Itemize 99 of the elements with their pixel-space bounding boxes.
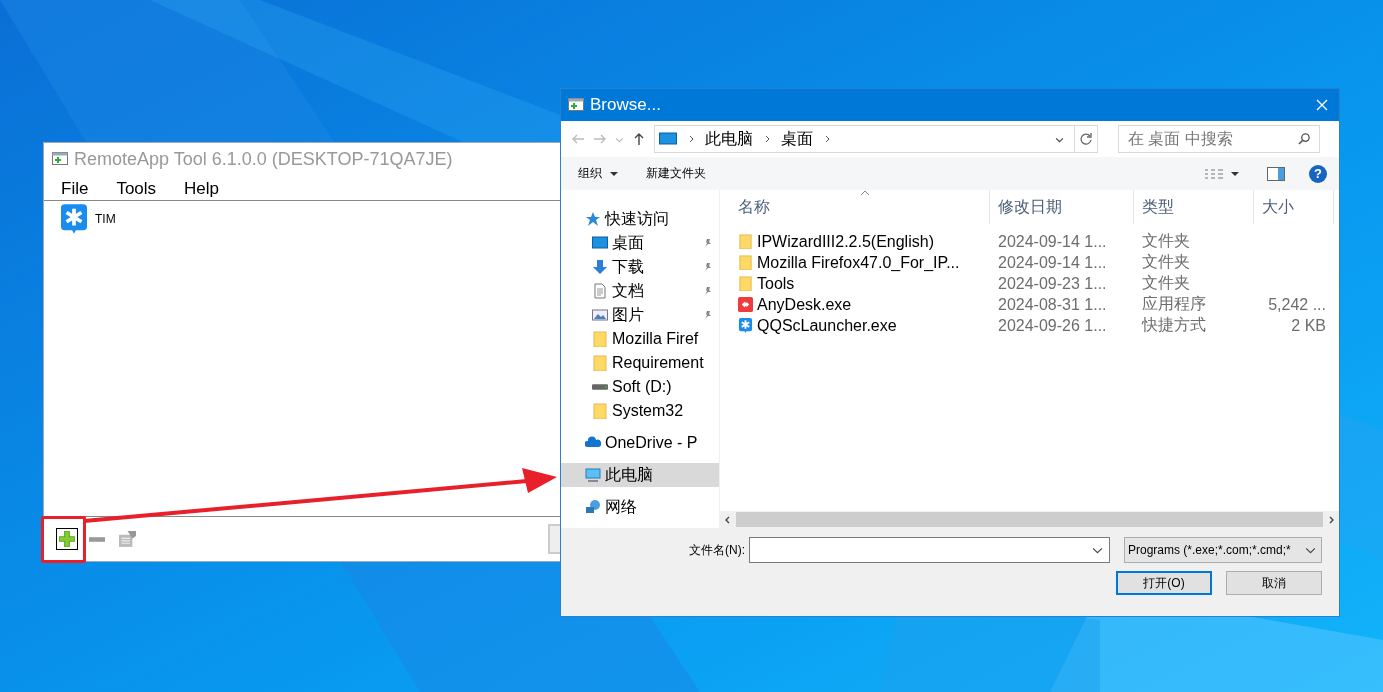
caret-icon [610,171,618,176]
app-icon [738,297,753,312]
refresh-icon [1079,132,1093,146]
open-button[interactable]: 打开(O) [1116,571,1212,595]
properties-icon [118,531,136,547]
add-button[interactable] [56,528,78,550]
app-icon [52,152,68,166]
nav-item[interactable]: OneDrive - P [561,431,719,455]
file-name-field[interactable] [749,537,1110,563]
preview-pane-icon[interactable] [1267,166,1285,181]
modified-date: 2024-09-14 1... [997,232,1108,251]
file-row[interactable]: AnyDesk.exe 2024-08-31 1... 应用程序 5,242 ... [720,294,1339,315]
file-name: Tools [757,274,795,293]
folder-icon [738,234,753,249]
file-size: 5,242 ... [1267,295,1327,314]
chevron-down-icon[interactable] [1092,547,1103,554]
file-type: 文件夹 [1141,252,1191,272]
network-icon [585,499,601,515]
details-view-icon [1205,168,1223,179]
computer-icon [585,467,601,483]
nav-item[interactable]: 下载 [561,255,719,279]
scroll-left-icon[interactable] [725,515,731,524]
folder-icon [592,403,608,419]
organize-menu[interactable]: 组织 [578,165,618,182]
star-icon [585,211,601,227]
file-name: QQScLauncher.exe [757,316,897,335]
highlight-frame [41,516,86,563]
file-type: 应用程序 [1141,294,1207,314]
breadcrumb[interactable]: 桌面 [781,128,813,150]
column-header[interactable]: 类型 [1134,190,1254,224]
chevron-right-icon [823,135,831,143]
help-button[interactable]: ? [1309,164,1327,183]
computer-icon [659,132,677,146]
search-icon [1298,132,1311,145]
column-header[interactable]: 大小 [1254,190,1334,224]
new-folder-button[interactable]: 新建文件夹 [646,165,706,182]
close-icon[interactable] [1316,99,1328,111]
modified-date: 2024-09-23 1... [997,274,1108,293]
cancel-button[interactable]: 取消 [1226,571,1322,595]
file-row[interactable]: QQScLauncher.exe 2024-09-26 1... 快捷方式 2 KB [720,315,1339,336]
file-row[interactable]: Mozilla Firefox47.0_For_IP... 2024-09-14 1... 文件夹 [720,252,1339,273]
chevron-down-icon [1305,546,1316,554]
dialog-title: Browse... [590,95,662,115]
caret-icon [1231,171,1239,176]
view-options-button[interactable] [1205,168,1239,179]
folder-icon [592,355,608,371]
nav-item[interactable]: 网络 [561,495,719,519]
plus-icon [59,531,75,547]
nav-item[interactable]: System32 [561,399,719,423]
menu-item[interactable]: File [61,178,89,200]
folder-icon [738,276,753,291]
file-row[interactable]: Tools 2024-09-23 1... 文件夹 [720,273,1339,294]
desktop-icon [592,235,608,251]
column-header[interactable]: 修改日期 [990,190,1134,224]
asterisk-chat-icon [738,318,753,333]
menu-item[interactable]: Tools [116,178,157,200]
file-type-dropdown[interactable]: Programs (*.exe;*.com;*.cmd;* [1124,537,1322,563]
folder-icon [592,331,608,347]
sort-caret-icon [859,190,870,196]
modified-date: 2024-08-31 1... [997,295,1108,314]
address-bar[interactable]: 此电脑 桌面 [654,125,1098,153]
file-type: 文件夹 [1141,231,1191,251]
folder-icon [738,255,753,270]
up-arrow-icon[interactable] [632,132,646,146]
app-icon [568,98,584,112]
nav-item[interactable]: 文档 [561,279,719,303]
properties-button[interactable] [116,528,138,550]
column-header[interactable]: 名称 [730,190,990,224]
file-name-label: 文件名(N): [689,541,745,559]
file-name: IPWizardIII2.2.5(English) [757,232,934,251]
nav-item[interactable]: Soft (D:) [561,375,719,399]
nav-item[interactable]: 桌面 [561,231,719,255]
file-name: AnyDesk.exe [757,295,852,314]
file-name: Mozilla Firefox47.0_For_IP... [757,253,960,272]
file-size: 2 KB [1290,316,1327,335]
chevron-right-icon [687,135,695,143]
breadcrumb[interactable]: 此电脑 [705,128,753,150]
chevron-right-icon [763,135,771,143]
nav-item[interactable]: Mozilla Firef [561,327,719,351]
menu-item[interactable]: Help [184,178,220,200]
document-icon [592,283,608,299]
minus-icon [89,536,105,542]
download-icon [592,259,608,275]
nav-item[interactable]: Requirement [561,351,719,375]
search-field[interactable]: 在 桌面 中搜索 [1118,125,1320,153]
scroll-right-icon[interactable] [1328,515,1334,524]
asterisk-chat-icon [61,204,87,234]
app-item[interactable]: TIM [61,204,116,234]
nav-item[interactable]: 快速访问 [561,207,719,231]
window-title: RemoteApp Tool 6.1.0.0 (DESKTOP-71QA7JE) [74,148,453,170]
modified-date: 2024-09-14 1... [997,253,1108,272]
file-row[interactable]: IPWizardIII2.2.5(English) 2024-09-14 1... 文件夹 [720,231,1339,252]
horizontal-scrollbar[interactable] [720,511,1339,528]
modified-date: 2024-09-26 1... [997,316,1108,335]
image-icon [592,307,608,323]
nav-item[interactable]: 图片 [561,303,719,327]
file-type: 快捷方式 [1140,315,1207,335]
nav-item[interactable]: 此电脑 [561,463,719,487]
file-type: 文件夹 [1141,273,1191,293]
